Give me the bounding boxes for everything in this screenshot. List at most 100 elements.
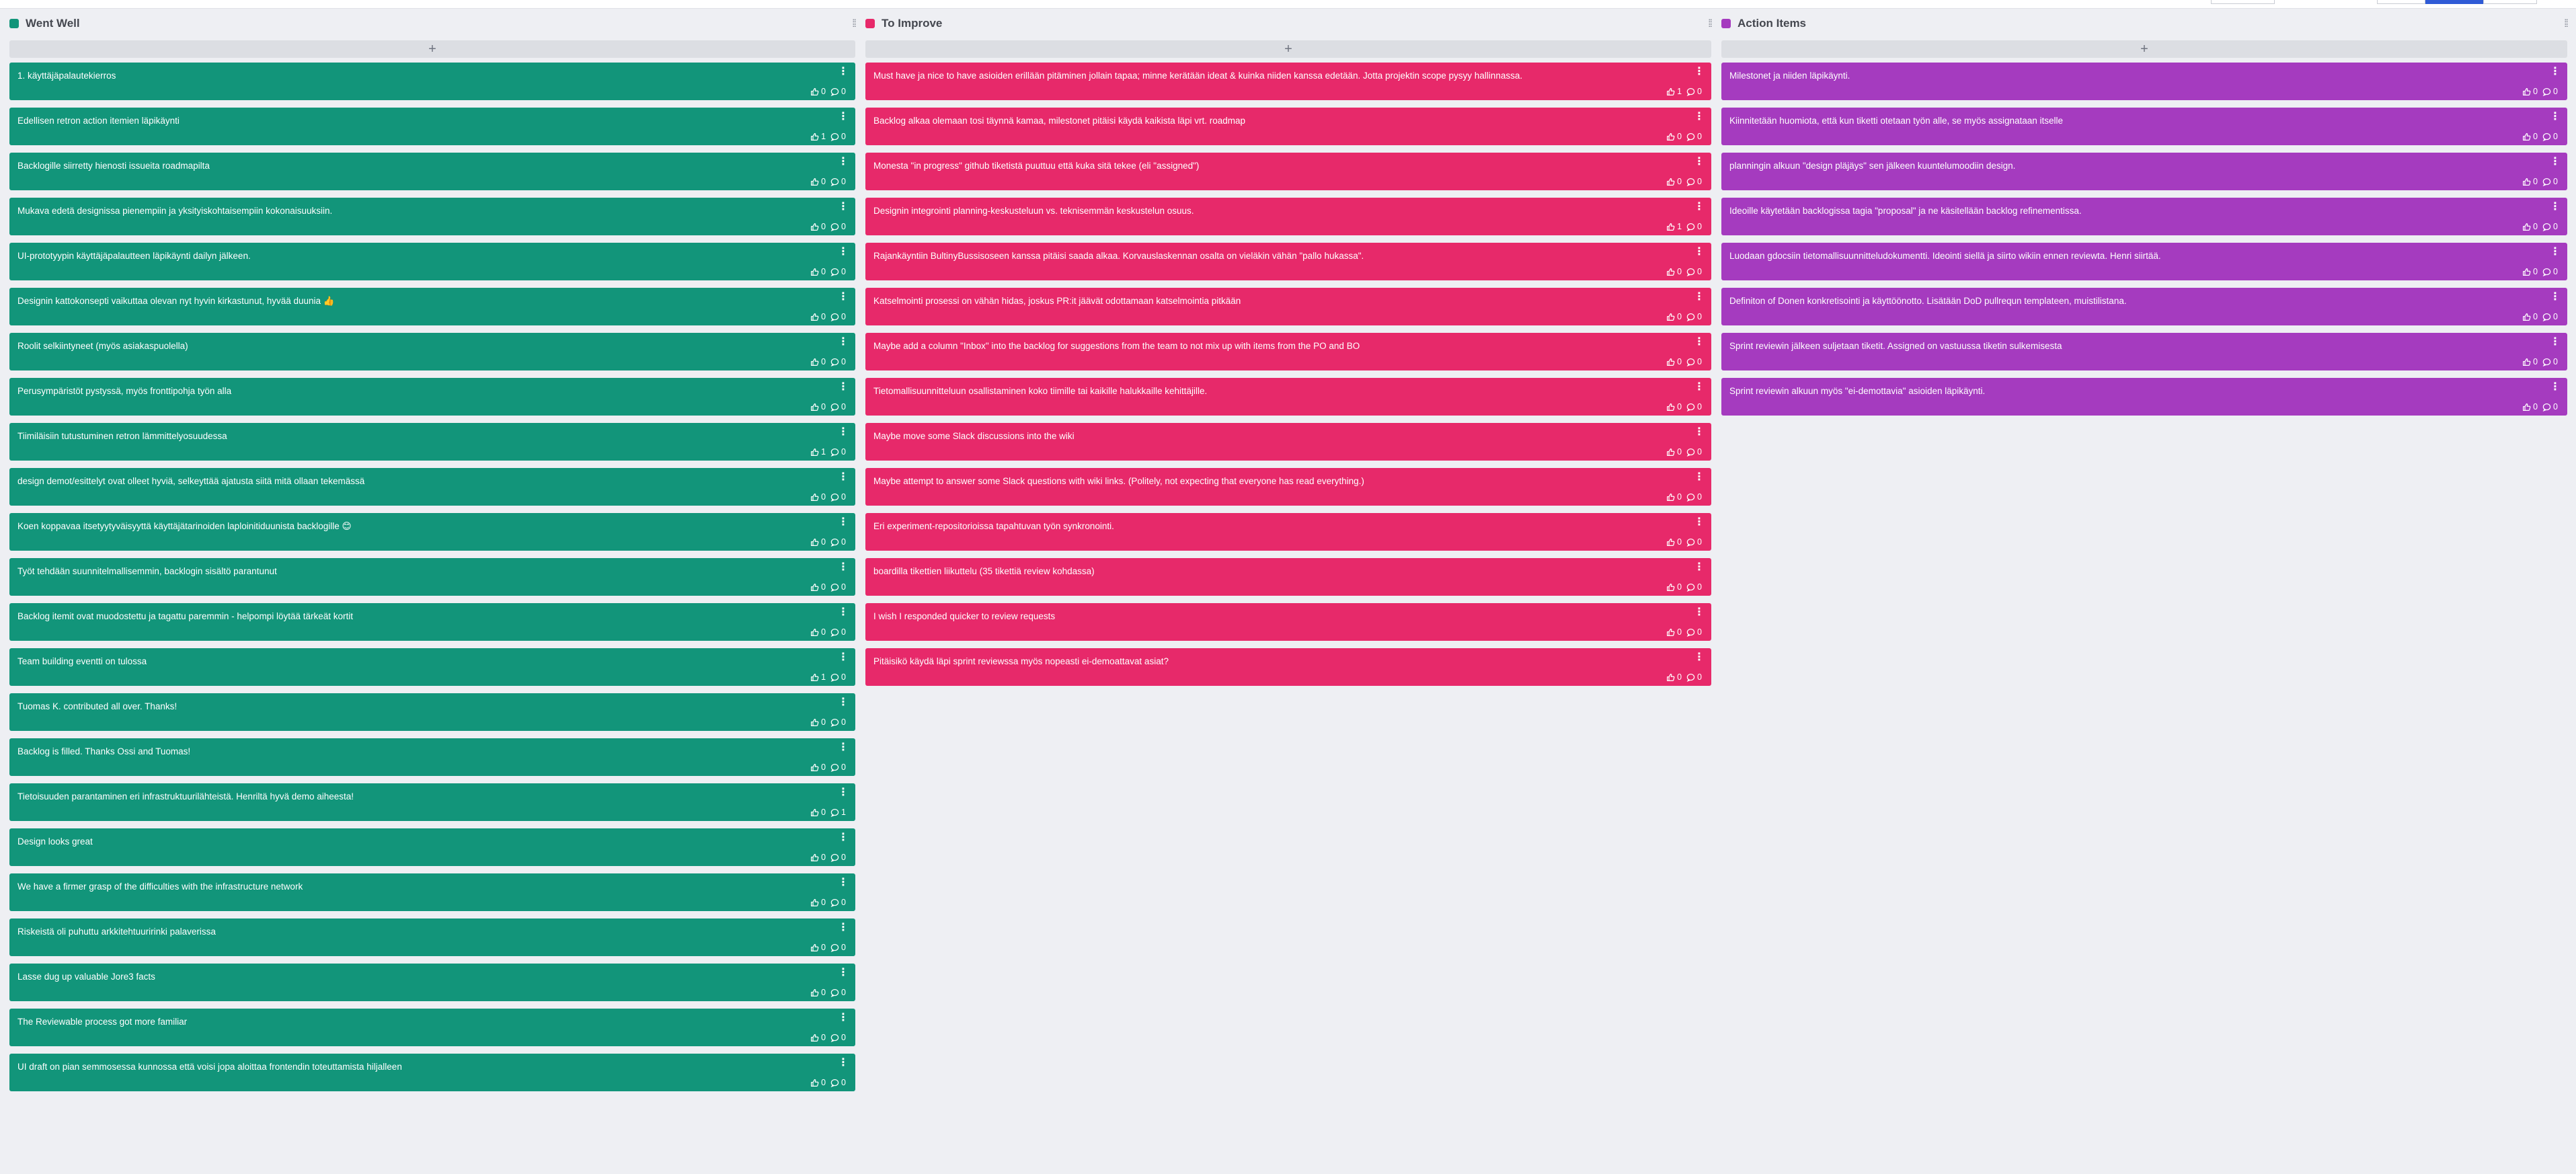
comment-icon[interactable]	[830, 628, 839, 637]
card-menu-icon[interactable]: ⋮	[838, 832, 849, 843]
retro-card[interactable]: Sprint reviewin jälkeen suljetaan tiketi…	[1721, 333, 2567, 370]
thumbs-up-icon[interactable]	[810, 268, 819, 276]
retro-card[interactable]: Perusympäristöt pystyssä, myös fronttipo…	[9, 378, 855, 416]
card-menu-icon[interactable]: ⋮	[838, 337, 849, 348]
card-menu-icon[interactable]: ⋮	[2550, 247, 2561, 258]
retro-card[interactable]: Tietoisuuden parantaminen eri infrastruk…	[9, 783, 855, 821]
comment-icon[interactable]	[1686, 538, 1695, 547]
retro-card[interactable]: Ideoille käytetään backlogissa tagia "pr…	[1721, 198, 2567, 235]
thumbs-up-icon[interactable]	[2522, 268, 2531, 276]
retro-card[interactable]: Työt tehdään suunnitelmallisemmin, backl…	[9, 558, 855, 596]
retro-card[interactable]: Pitäisikö käydä läpi sprint reviewssa my…	[865, 648, 1711, 686]
card-menu-icon[interactable]: ⋮	[838, 382, 849, 393]
retro-card[interactable]: Katselmointi prosessi on vähän hidas, jo…	[865, 288, 1711, 325]
thumbs-up-icon[interactable]	[810, 628, 819, 637]
card-menu-icon[interactable]: ⋮	[1694, 517, 1705, 528]
comment-icon[interactable]	[2542, 358, 2551, 366]
thumbs-up-icon[interactable]	[2522, 313, 2531, 321]
thumbs-up-icon[interactable]	[810, 583, 819, 592]
thumbs-up-icon[interactable]	[810, 358, 819, 366]
comment-icon[interactable]	[1686, 583, 1695, 592]
comment-icon[interactable]	[830, 898, 839, 907]
thumbs-up-icon[interactable]	[1666, 358, 1675, 366]
comment-icon[interactable]	[2542, 403, 2551, 412]
comment-icon[interactable]	[830, 448, 839, 457]
thumbs-up-icon[interactable]	[2522, 178, 2531, 186]
thumbs-up-icon[interactable]	[1666, 538, 1675, 547]
retro-card[interactable]: Luodaan gdocsiin tietomallisuunnitteludo…	[1721, 243, 2567, 280]
thumbs-up-icon[interactable]	[2522, 132, 2531, 141]
thumbs-up-icon[interactable]	[1666, 313, 1675, 321]
thumbs-up-icon[interactable]	[1666, 673, 1675, 682]
retro-card[interactable]: Edellisen retron action itemien läpikäyn…	[9, 108, 855, 145]
card-menu-icon[interactable]: ⋮	[838, 472, 849, 483]
retro-card[interactable]: Milestonet ja niiden läpikäynti. ⋮ 0 0	[1721, 63, 2567, 100]
retro-card[interactable]: Backlogille siirretty hienosti issueita …	[9, 153, 855, 190]
card-menu-icon[interactable]: ⋮	[1694, 292, 1705, 303]
card-menu-icon[interactable]: ⋮	[1694, 337, 1705, 348]
comment-icon[interactable]	[830, 493, 839, 502]
card-menu-icon[interactable]: ⋮	[1694, 382, 1705, 393]
comment-icon[interactable]	[830, 583, 839, 592]
comment-icon[interactable]	[830, 178, 839, 186]
thumbs-up-icon[interactable]	[810, 448, 819, 457]
thumbs-up-icon[interactable]	[1666, 268, 1675, 276]
thumbs-up-icon[interactable]	[810, 132, 819, 141]
retro-card[interactable]: Maybe move some Slack discussions into t…	[865, 423, 1711, 461]
comment-icon[interactable]	[830, 358, 839, 366]
comment-icon[interactable]	[830, 313, 839, 321]
thumbs-up-icon[interactable]	[810, 673, 819, 682]
comment-icon[interactable]	[830, 943, 839, 952]
toolbar-control[interactable]	[2211, 0, 2275, 4]
retro-card[interactable]: I wish I responded quicker to review req…	[865, 603, 1711, 641]
card-menu-icon[interactable]: ⋮	[838, 427, 849, 438]
comment-icon[interactable]	[2542, 87, 2551, 96]
card-menu-icon[interactable]: ⋮	[1694, 112, 1705, 122]
thumbs-up-icon[interactable]	[1666, 628, 1675, 637]
card-menu-icon[interactable]: ⋮	[838, 562, 849, 573]
thumbs-up-icon[interactable]	[810, 1079, 819, 1087]
card-menu-icon[interactable]: ⋮	[838, 877, 849, 888]
thumbs-up-icon[interactable]	[1666, 87, 1675, 96]
thumbs-up-icon[interactable]	[810, 718, 819, 727]
comment-icon[interactable]	[830, 808, 839, 817]
comment-icon[interactable]	[1686, 493, 1695, 502]
retro-card[interactable]: Backlog is filled. Thanks Ossi and Tuoma…	[9, 738, 855, 776]
retro-card[interactable]: boardilla tikettien liikuttelu (35 tiket…	[865, 558, 1711, 596]
retro-card[interactable]: 1. käyttäjäpalautekierros ⋮ 0 0	[9, 63, 855, 100]
toolbar-segment-active[interactable]	[2425, 0, 2483, 4]
thumbs-up-icon[interactable]	[1666, 132, 1675, 141]
thumbs-up-icon[interactable]	[810, 988, 819, 997]
card-menu-icon[interactable]: ⋮	[1694, 472, 1705, 483]
thumbs-up-icon[interactable]	[810, 403, 819, 412]
card-menu-icon[interactable]: ⋮	[1694, 652, 1705, 663]
thumbs-up-icon[interactable]	[1666, 493, 1675, 502]
retro-card[interactable]: Mukava edetä designissa pienempiin ja yk…	[9, 198, 855, 235]
comment-icon[interactable]	[830, 1079, 839, 1087]
card-menu-icon[interactable]: ⋮	[1694, 202, 1705, 212]
comment-icon[interactable]	[1686, 448, 1695, 457]
thumbs-up-icon[interactable]	[810, 313, 819, 321]
card-menu-icon[interactable]: ⋮	[838, 697, 849, 708]
retro-card[interactable]: design demot/esittelyt ovat olleet hyviä…	[9, 468, 855, 506]
comment-icon[interactable]	[2542, 223, 2551, 231]
retro-card[interactable]: Design looks great ⋮ 0 0	[9, 828, 855, 866]
comment-icon[interactable]	[1686, 87, 1695, 96]
comment-icon[interactable]	[2542, 268, 2551, 276]
card-menu-icon[interactable]: ⋮	[1694, 607, 1705, 618]
thumbs-up-icon[interactable]	[1666, 223, 1675, 231]
comment-icon[interactable]	[1686, 628, 1695, 637]
card-menu-icon[interactable]: ⋮	[1694, 562, 1705, 573]
thumbs-up-icon[interactable]	[810, 1033, 819, 1042]
comment-icon[interactable]	[1686, 313, 1695, 321]
thumbs-up-icon[interactable]	[2522, 403, 2531, 412]
thumbs-up-icon[interactable]	[810, 223, 819, 231]
thumbs-up-icon[interactable]	[810, 808, 819, 817]
comment-icon[interactable]	[2542, 313, 2551, 321]
comment-icon[interactable]	[830, 132, 839, 141]
thumbs-up-icon[interactable]	[810, 87, 819, 96]
thumbs-up-icon[interactable]	[2522, 87, 2531, 96]
add-card-button[interactable]: +	[865, 40, 1711, 58]
card-menu-icon[interactable]: ⋮	[838, 157, 849, 167]
comment-icon[interactable]	[830, 87, 839, 96]
